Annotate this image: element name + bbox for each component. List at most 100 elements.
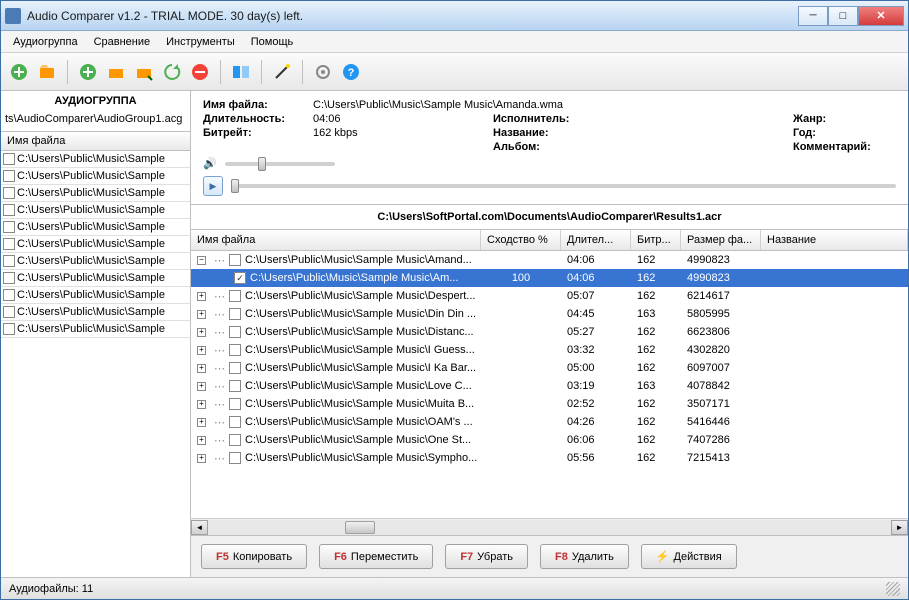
expand-icon[interactable] (197, 418, 206, 427)
tree-connector: ⋯ (214, 254, 225, 267)
volume-slider[interactable] (225, 162, 335, 166)
folder-arrow-button[interactable] (132, 60, 156, 84)
collapse-icon[interactable] (197, 256, 206, 265)
sidebar-row[interactable]: C:\Users\Public\Music\Sample (1, 151, 190, 168)
checkbox-icon[interactable] (3, 153, 15, 165)
table-row[interactable]: C:\Users\Public\Music\Sample Music\Am...… (191, 269, 908, 287)
sidebar-row[interactable]: C:\Users\Public\Music\Sample (1, 270, 190, 287)
sidebar-row[interactable]: C:\Users\Public\Music\Sample (1, 185, 190, 202)
expand-icon[interactable] (197, 292, 206, 301)
sidebar-column-header[interactable]: Имя файла (1, 131, 190, 151)
move-button[interactable]: F6Переместить (319, 544, 433, 569)
row-checkbox[interactable] (229, 416, 241, 428)
checkbox-icon[interactable] (3, 187, 15, 199)
table-body[interactable]: ⋯C:\Users\Public\Music\Sample Music\Aman… (191, 251, 908, 518)
scroll-left-button[interactable]: ◄ (191, 520, 208, 535)
table-row[interactable]: ⋯C:\Users\Public\Music\Sample Music\Symp… (191, 449, 908, 467)
sidebar-row[interactable]: C:\Users\Public\Music\Sample (1, 168, 190, 185)
settings-button[interactable] (311, 60, 335, 84)
add-button[interactable] (76, 60, 100, 84)
horizontal-scrollbar[interactable]: ◄ ► (191, 518, 908, 535)
help-button[interactable]: ? (339, 60, 363, 84)
sidebar-row[interactable]: C:\Users\Public\Music\Sample (1, 202, 190, 219)
sidebar-row[interactable]: C:\Users\Public\Music\Sample (1, 236, 190, 253)
row-checkbox[interactable] (229, 254, 241, 266)
scroll-right-button[interactable]: ► (891, 520, 908, 535)
actions-button[interactable]: ⚡Действия (641, 544, 737, 569)
table-row[interactable]: ⋯C:\Users\Public\Music\Sample Music\I Gu… (191, 341, 908, 359)
delete-button[interactable]: F8Удалить (540, 544, 629, 569)
menu-help[interactable]: Помощь (243, 33, 302, 51)
table-row[interactable]: ⋯C:\Users\Public\Music\Sample Music\I Ka… (191, 359, 908, 377)
menu-audiogroup[interactable]: Аудиогруппа (5, 33, 86, 51)
checkbox-icon[interactable] (3, 170, 15, 182)
checkbox-icon[interactable] (3, 204, 15, 216)
col-duration[interactable]: Длител... (561, 230, 631, 250)
expand-icon[interactable] (197, 400, 206, 409)
remove-button[interactable] (188, 60, 212, 84)
sidebar-row[interactable]: C:\Users\Public\Music\Sample (1, 219, 190, 236)
col-name[interactable]: Название (761, 230, 908, 250)
table-row[interactable]: ⋯C:\Users\Public\Music\Sample Music\Desp… (191, 287, 908, 305)
scroll-thumb[interactable] (345, 521, 375, 534)
row-checkbox[interactable] (229, 308, 241, 320)
checkbox-icon[interactable] (3, 238, 15, 250)
col-similarity[interactable]: Сходство % (481, 230, 561, 250)
checkbox-icon[interactable] (3, 272, 15, 284)
maximize-button[interactable] (828, 6, 858, 26)
volume-icon[interactable]: 🔊 (203, 157, 217, 170)
compare-button[interactable] (229, 60, 253, 84)
table-row[interactable]: ⋯C:\Users\Public\Music\Sample Music\Dist… (191, 323, 908, 341)
checkbox-icon[interactable] (3, 289, 15, 301)
copy-button[interactable]: F5Копировать (201, 544, 307, 569)
col-file[interactable]: Имя файла (191, 230, 481, 250)
close-button[interactable] (858, 6, 904, 26)
sidebar-row[interactable]: C:\Users\Public\Music\Sample (1, 321, 190, 338)
table-row[interactable]: ⋯C:\Users\Public\Music\Sample Music\Aman… (191, 251, 908, 269)
row-checkbox[interactable] (229, 398, 241, 410)
row-checkbox[interactable] (229, 452, 241, 464)
table-row[interactable]: ⋯C:\Users\Public\Music\Sample Music\OAM'… (191, 413, 908, 431)
table-row[interactable]: ⋯C:\Users\Public\Music\Sample Music\One … (191, 431, 908, 449)
expand-icon[interactable] (197, 454, 206, 463)
wizard-button[interactable] (270, 60, 294, 84)
progress-slider[interactable] (231, 184, 896, 188)
sidebar-row[interactable]: C:\Users\Public\Music\Sample (1, 304, 190, 321)
col-size[interactable]: Размер фа... (681, 230, 761, 250)
row-checkbox[interactable] (234, 272, 246, 284)
table-row[interactable]: ⋯C:\Users\Public\Music\Sample Music\Love… (191, 377, 908, 395)
table-row[interactable]: ⋯C:\Users\Public\Music\Sample Music\Din … (191, 305, 908, 323)
row-checkbox[interactable] (229, 326, 241, 338)
row-checkbox[interactable] (229, 380, 241, 392)
expand-icon[interactable] (197, 436, 206, 445)
expand-icon[interactable] (197, 346, 206, 355)
menu-tools[interactable]: Инструменты (158, 33, 243, 51)
row-checkbox[interactable] (229, 290, 241, 302)
sidebar-row[interactable]: C:\Users\Public\Music\Sample (1, 253, 190, 270)
expand-icon[interactable] (197, 364, 206, 373)
row-checkbox[interactable] (229, 344, 241, 356)
sidebar-list[interactable]: C:\Users\Public\Music\SampleC:\Users\Pub… (1, 151, 190, 577)
open-group-button[interactable] (35, 60, 59, 84)
checkbox-icon[interactable] (3, 255, 15, 267)
remove-button[interactable]: F7Убрать (445, 544, 528, 569)
folder-button[interactable] (104, 60, 128, 84)
titlebar[interactable]: Audio Comparer v1.2 - TRIAL MODE. 30 day… (1, 1, 908, 31)
checkbox-icon[interactable] (3, 323, 15, 335)
resize-grip[interactable] (886, 582, 900, 596)
col-bitrate[interactable]: Битр... (631, 230, 681, 250)
sidebar-row[interactable]: C:\Users\Public\Music\Sample (1, 287, 190, 304)
expand-icon[interactable] (197, 310, 206, 319)
expand-icon[interactable] (197, 382, 206, 391)
checkbox-icon[interactable] (3, 306, 15, 318)
checkbox-icon[interactable] (3, 221, 15, 233)
new-group-button[interactable] (7, 60, 31, 84)
minimize-button[interactable] (798, 6, 828, 26)
expand-icon[interactable] (197, 328, 206, 337)
play-button[interactable] (203, 176, 223, 196)
menu-compare[interactable]: Сравнение (86, 33, 159, 51)
row-checkbox[interactable] (229, 362, 241, 374)
refresh-button[interactable] (160, 60, 184, 84)
table-row[interactable]: ⋯C:\Users\Public\Music\Sample Music\Muit… (191, 395, 908, 413)
row-checkbox[interactable] (229, 434, 241, 446)
